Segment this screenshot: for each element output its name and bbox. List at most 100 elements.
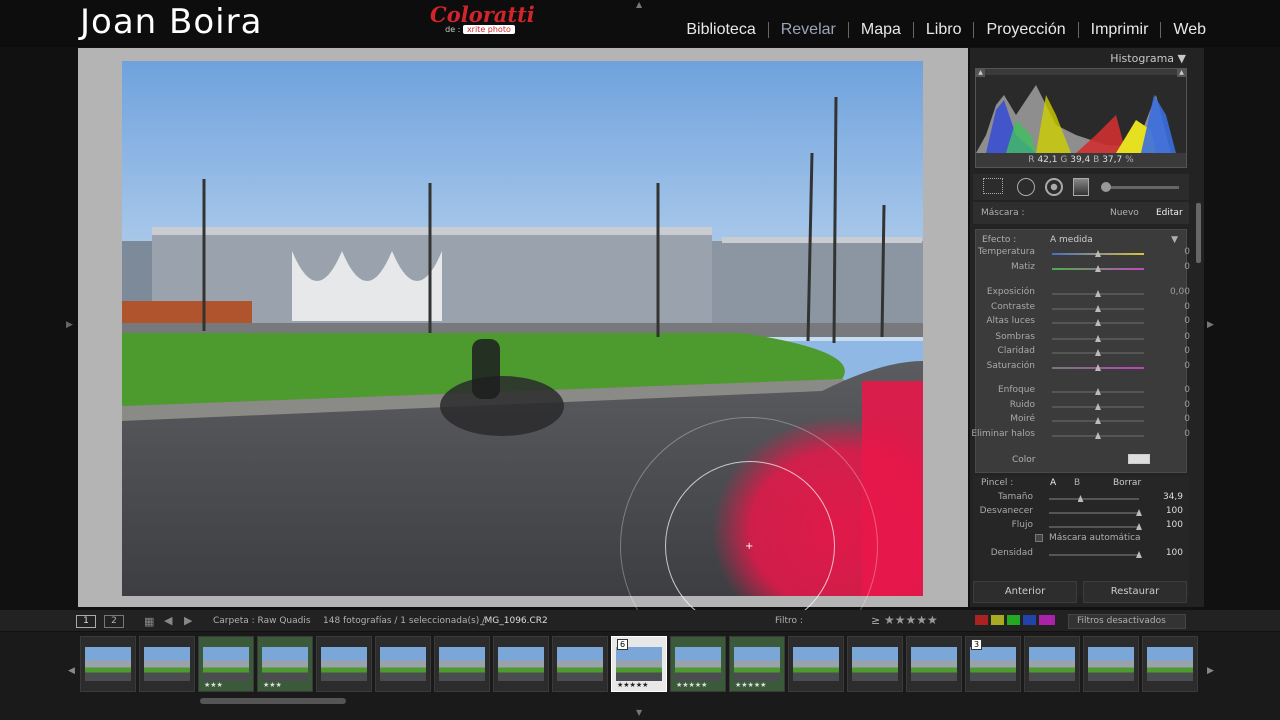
slider-9[interactable]: Ruido 0 bbox=[976, 400, 1190, 414]
shadow-clip-icon[interactable]: ▲ bbox=[976, 69, 985, 77]
slider-5[interactable]: Sombras 0 bbox=[976, 332, 1190, 346]
brush-slider-value[interactable]: 100 bbox=[1166, 506, 1183, 516]
brush-slider-value[interactable]: 100 bbox=[1166, 548, 1183, 558]
filmstrip-thumbnail[interactable] bbox=[375, 636, 431, 692]
slider-value[interactable]: 0 bbox=[1184, 316, 1190, 326]
histogram-header[interactable]: Histograma ▼ bbox=[1110, 52, 1186, 65]
module-proyeccion[interactable]: Proyección bbox=[974, 21, 1077, 39]
graduated-filter-icon[interactable] bbox=[1073, 178, 1089, 196]
filmstrip-thumbnail[interactable] bbox=[788, 636, 844, 692]
filmstrip-thumbnail[interactable]: 6 ★★★★★ bbox=[611, 636, 667, 692]
slider-value[interactable]: 0 bbox=[1184, 385, 1190, 395]
filmstrip-thumbnail[interactable] bbox=[316, 636, 372, 692]
brush-a-tab[interactable]: A bbox=[1050, 478, 1056, 488]
filmstrip-thumbnail[interactable]: ★★★ bbox=[198, 636, 254, 692]
filmstrip-thumbnail[interactable]: ★★★★★ bbox=[670, 636, 726, 692]
mask-edit-button[interactable]: Editar bbox=[1156, 208, 1183, 218]
color-swatch[interactable] bbox=[1128, 454, 1150, 464]
sponsor-prefix: de : bbox=[445, 25, 461, 34]
brush-density-slider[interactable]: Densidad 100 bbox=[973, 548, 1183, 562]
brush-tool-slider[interactable] bbox=[1103, 186, 1179, 189]
slider-7[interactable]: Saturación 0 bbox=[976, 361, 1190, 375]
crop-tool-icon[interactable] bbox=[983, 178, 1003, 194]
slider-value[interactable]: 0 bbox=[1184, 361, 1190, 371]
right-panel-arrow-icon[interactable]: ▶ bbox=[1207, 320, 1214, 330]
module-revelar[interactable]: Revelar bbox=[769, 21, 848, 39]
brush-slider-track[interactable] bbox=[1049, 512, 1139, 514]
slider-value[interactable]: 0 bbox=[1184, 302, 1190, 312]
slider-6[interactable]: Claridad 0 bbox=[976, 346, 1190, 360]
slider-4[interactable]: Altas luces 0 bbox=[976, 316, 1190, 330]
brush-slider-value[interactable]: 100 bbox=[1166, 520, 1183, 530]
filmstrip-thumbnail[interactable]: 3 bbox=[965, 636, 1021, 692]
image-canvas[interactable]: + bbox=[78, 48, 968, 675]
filmstrip-thumbnail[interactable] bbox=[847, 636, 903, 692]
thumbnail-image bbox=[970, 647, 1016, 681]
filmstrip-thumbnail[interactable] bbox=[139, 636, 195, 692]
adjustment-brush-icon[interactable] bbox=[1101, 182, 1111, 192]
slider-value[interactable]: 0 bbox=[1184, 332, 1190, 342]
brush-b-tab[interactable]: B bbox=[1074, 478, 1080, 488]
slider-10[interactable]: Moiré 0 bbox=[976, 414, 1190, 428]
filmstrip-thumbnail[interactable]: ★★★★★ bbox=[729, 636, 785, 692]
brush-flow-slider[interactable]: Flujo 100 bbox=[973, 520, 1183, 534]
slider-8[interactable]: Enfoque 0 bbox=[976, 385, 1190, 399]
slider-value[interactable]: 0,00 bbox=[1170, 287, 1190, 297]
filmstrip-thumbnail[interactable] bbox=[1142, 636, 1198, 692]
thumbnail-image bbox=[557, 647, 603, 681]
collapse-bottom-icon[interactable]: ▼ bbox=[636, 708, 642, 717]
mask-row: Máscara : Nuevo Editar bbox=[973, 202, 1189, 224]
brush-slider-value[interactable]: 34,9 bbox=[1163, 492, 1183, 502]
brush-slider-track[interactable] bbox=[1049, 526, 1139, 528]
filmstrip-thumbnail[interactable] bbox=[552, 636, 608, 692]
brush-erase-tab[interactable]: Borrar bbox=[1113, 478, 1141, 488]
filmstrip-thumbnail[interactable] bbox=[434, 636, 490, 692]
filmstrip-thumbnail[interactable] bbox=[906, 636, 962, 692]
highlight-clip-icon[interactable]: ▲ bbox=[1177, 69, 1186, 77]
brush-feather-slider[interactable]: Desvanecer 100 bbox=[973, 506, 1183, 520]
slider-3[interactable]: Contraste 0 bbox=[976, 302, 1190, 316]
automask-checkbox[interactable] bbox=[1035, 534, 1043, 542]
slider-value[interactable]: 0 bbox=[1184, 346, 1190, 356]
effect-preset-dropdown[interactable]: A medida bbox=[1050, 235, 1093, 245]
filmstrip-left-icon[interactable]: ◀ bbox=[68, 666, 75, 676]
slider-2[interactable]: Exposición 0,00 bbox=[976, 287, 1190, 301]
brush-size-slider[interactable]: Tamaño 34,9 bbox=[973, 492, 1183, 506]
filmstrip-thumbnail[interactable] bbox=[80, 636, 136, 692]
module-libro[interactable]: Libro bbox=[914, 21, 974, 39]
left-panel-arrow-icon[interactable]: ▶ bbox=[66, 320, 73, 330]
slider-value[interactable]: 0 bbox=[1184, 414, 1190, 424]
filmstrip-thumbnail[interactable] bbox=[493, 636, 549, 692]
reset-button[interactable]: Restaurar bbox=[1083, 581, 1187, 603]
slider-1[interactable]: Matiz 0 bbox=[976, 262, 1190, 276]
filmstrip-thumbnail[interactable] bbox=[1083, 636, 1139, 692]
slider-value[interactable]: 0 bbox=[1184, 429, 1190, 439]
readout-r: 42,1 bbox=[1037, 155, 1058, 165]
previous-button[interactable]: Anterior bbox=[973, 581, 1077, 603]
mask-new-button[interactable]: Nuevo bbox=[1110, 208, 1139, 218]
module-mapa[interactable]: Mapa bbox=[849, 21, 913, 39]
filmstrip-right-icon[interactable]: ▶ bbox=[1207, 666, 1214, 676]
slider-11[interactable]: Eliminar halos 0 bbox=[971, 429, 1190, 443]
brush-slider-label: Desvanecer bbox=[979, 506, 1033, 516]
readout-b-label: B bbox=[1093, 155, 1100, 165]
module-web[interactable]: Web bbox=[1161, 21, 1206, 39]
slider-value[interactable]: 0 bbox=[1184, 247, 1190, 257]
effect-collapse-icon[interactable]: ▼ bbox=[1171, 235, 1178, 245]
filmstrip-scrollbar[interactable] bbox=[200, 698, 346, 704]
red-eye-icon[interactable] bbox=[1045, 178, 1063, 196]
brush-slider-track[interactable] bbox=[1049, 554, 1139, 556]
filmstrip-thumbnail[interactable]: ★★★ bbox=[257, 636, 313, 692]
module-biblioteca[interactable]: Biblioteca bbox=[674, 21, 767, 39]
slider-0[interactable]: Temperatura 0 bbox=[976, 247, 1190, 261]
panel-scrollbar[interactable] bbox=[1196, 203, 1201, 263]
thumbnail-image bbox=[203, 647, 249, 681]
collapse-top-icon[interactable]: ▲ bbox=[636, 0, 642, 9]
slider-value[interactable]: 0 bbox=[1184, 400, 1190, 410]
brush-slider-track[interactable] bbox=[1049, 498, 1139, 500]
spot-removal-icon[interactable] bbox=[1017, 178, 1035, 196]
filmstrip-thumbnail[interactable] bbox=[1024, 636, 1080, 692]
module-imprimir[interactable]: Imprimir bbox=[1079, 21, 1161, 39]
thumbnail-image bbox=[911, 647, 957, 681]
slider-value[interactable]: 0 bbox=[1184, 262, 1190, 272]
